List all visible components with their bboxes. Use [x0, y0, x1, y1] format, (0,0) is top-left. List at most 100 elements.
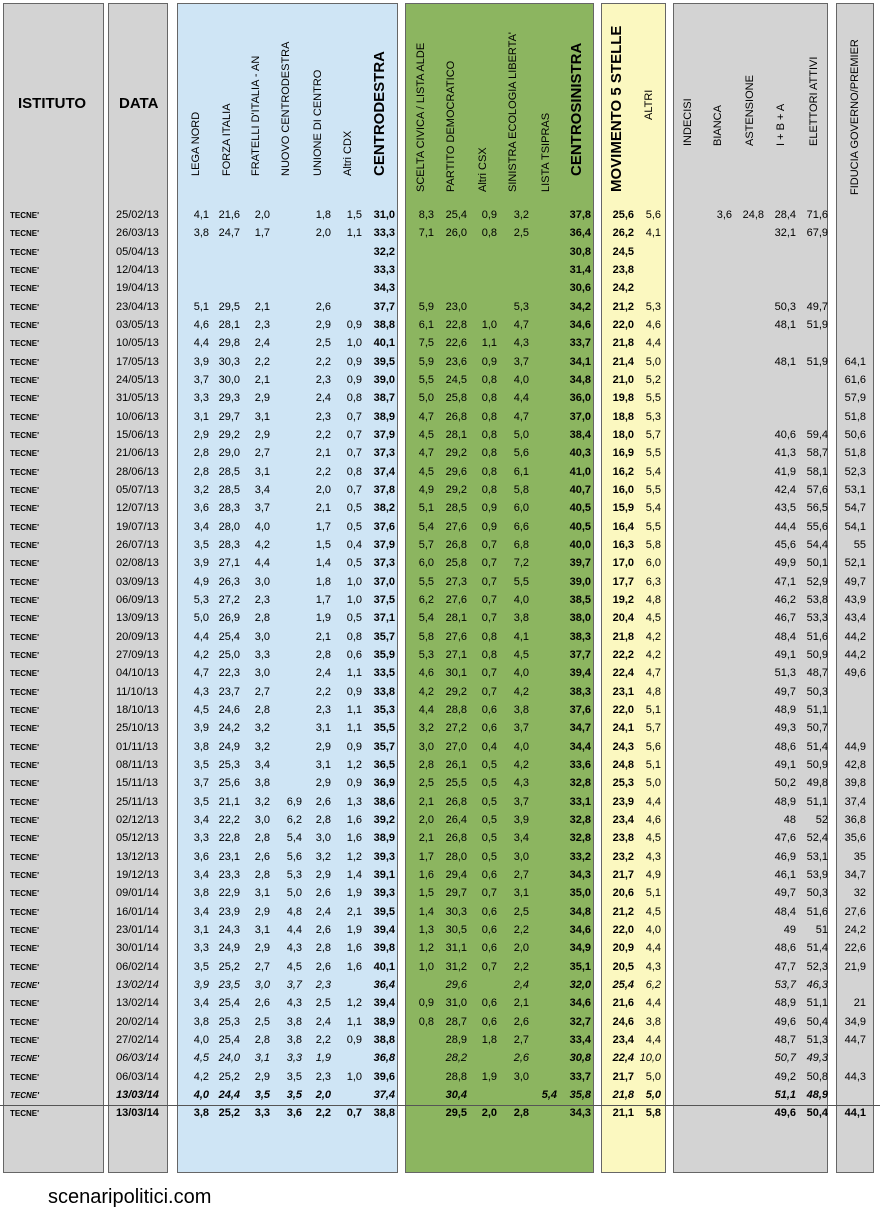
cell-sel: 3,8 [513, 612, 529, 625]
cell-fiducia: 54,7 [844, 502, 866, 515]
cell-sel: 2,4 [513, 978, 529, 991]
cell-fiducia: 39,8 [844, 777, 866, 790]
table-row: TECNE' 25/11/13 3,5 21,1 3,2 6,9 2,6 1,3 38,6 2,1… [0, 795, 880, 810]
cell-fiducia: 52,1 [844, 557, 866, 570]
cell-sel: 4,4 [513, 392, 529, 405]
cell-partito-democratico: 23,0 [445, 300, 467, 313]
cell-istituto: TECNE' [10, 815, 40, 825]
cell-sel: 2,8 [513, 1107, 529, 1120]
cell-fiducia: 24,2 [844, 923, 866, 936]
header-cdx-3: NUOVO CENTRODESTRA [280, 41, 292, 176]
cell-fratelli-italia: 3,0 [254, 667, 270, 680]
table-row: TECNE' 12/07/13 3,6 28,3 3,7 2,1 0,5 38,2 5,1 28,… [0, 501, 880, 516]
table-row: TECNE' 05/07/13 3,2 28,5 3,4 2,0 0,7 37,8 4,9 29,… [0, 483, 880, 498]
cell-sel: 3,7 [513, 722, 529, 735]
cell-istituto: TECNE' [10, 779, 40, 789]
cell-sel: 4,0 [513, 667, 529, 680]
cell-partito-democratico: 29,6 [445, 978, 467, 991]
cell-altri: 5,1 [645, 703, 661, 716]
cell-sel: 3,0 [513, 850, 529, 863]
cell-fiducia: 50,6 [844, 428, 866, 441]
header-csx-0: SCELTA CIVICA / LISTA ALDE [415, 42, 427, 192]
cell-fratelli-italia: 2,8 [254, 612, 270, 625]
cell-istituto: TECNE' [10, 357, 40, 367]
cell-fiducia: 21,9 [844, 960, 866, 973]
table-row: TECNE' 25/10/13 3,9 24,2 3,2 3,1 1,1 35,5 3,2 27,… [0, 721, 880, 736]
cell-altri: 6,0 [645, 557, 661, 570]
cell-fiducia: 35,6 [844, 832, 866, 845]
cell-istituto: TECNE' [10, 1090, 40, 1100]
cell-elettori-attivi: 50,3 [806, 685, 828, 698]
table-row: TECNE' 19/07/13 3,4 28,0 4,0 1,7 0,5 37,6 5,4 27,… [0, 520, 880, 535]
cell-fiducia: 37,4 [844, 795, 866, 808]
cell-fratelli-italia: 3,2 [254, 722, 270, 735]
cell-istituto: TECNE' [10, 742, 40, 752]
cell-istituto: TECNE' [10, 669, 40, 679]
header-m5s: MOVIMENTO 5 STELLE [608, 25, 625, 192]
cell-istituto: TECNE' [10, 412, 40, 422]
cell-istituto: TECNE' [10, 320, 40, 330]
cell-fiducia: 51,8 [844, 447, 866, 460]
cell-sel: 3,1 [513, 887, 529, 900]
cell-sel: 5,3 [513, 300, 529, 313]
cell-m5s: 24,5 [612, 245, 634, 258]
cell-altri: 5,6 [645, 740, 661, 753]
cell-data: 12/04/13 [116, 263, 159, 276]
cell-fiducia: 44,1 [844, 1107, 866, 1120]
cell-elettori-attivi: 49,3 [806, 1052, 828, 1065]
cell-altri: 4,5 [645, 832, 661, 845]
header-centrodestra: CENTRODESTRA [371, 50, 388, 176]
table-row: TECNE' 06/03/14 4,2 25,2 2,9 3,5 2,3 1,0 39,6 28,… [0, 1070, 880, 1085]
cell-fiducia: 21 [853, 997, 866, 1010]
cell-sel: 4,7 [513, 318, 529, 331]
cell-unione-centro: 2,3 [315, 978, 331, 991]
cell-elettori-attivi: 67,9 [806, 227, 828, 240]
cell-fratelli-italia: 2,3 [254, 593, 270, 606]
cell-fiducia: 55 [853, 538, 866, 551]
cell-istituto: TECNE' [10, 375, 40, 385]
cell-altri: 6,3 [645, 575, 661, 588]
header-centrosinistra: CENTROSINISTRA [568, 42, 585, 176]
cell-altri: 4,0 [645, 923, 661, 936]
cell-centrodestra: 37,4 [373, 1088, 395, 1101]
table-row: TECNE' 31/05/13 3,3 29,3 2,9 2,4 0,8 38,7 5,0 25,… [0, 391, 880, 406]
cell-istituto: TECNE' [10, 889, 40, 899]
table-row: TECNE' 19/04/13 34,3 30,6 24,2 [0, 281, 880, 296]
table-row: TECNE' 13/03/14 3,8 25,2 3,3 3,6 2,2 0,7 38,8 29,… [0, 1106, 880, 1121]
table-row: TECNE' 13/12/13 3,6 23,1 2,6 5,6 3,2 1,2 39,3 1,7… [0, 850, 880, 865]
header-csx-4: LISTA TSIPRAS [540, 112, 552, 192]
cell-sel: 6,6 [513, 520, 529, 533]
cell-fiducia: 35 [853, 850, 866, 863]
table-row: TECNE' 02/12/13 3,4 22,2 3,0 6,2 2,8 1,6 39,2 2,0… [0, 813, 880, 828]
cell-sel: 3,8 [513, 703, 529, 716]
cell-istituto: TECNE' [10, 1035, 40, 1045]
cell-altri: 4,4 [645, 795, 661, 808]
header-cdx-5: Altri CDX [342, 130, 354, 176]
cell-sel: 2,5 [513, 227, 529, 240]
cell-altri: 5,8 [645, 1107, 661, 1120]
cell-istituto: TECNE' [10, 595, 40, 605]
cell-fiducia: 27,6 [844, 905, 866, 918]
cell-altri: 4,1 [645, 227, 661, 240]
cell-fratelli-italia: 2,7 [254, 685, 270, 698]
cell-sel: 5,8 [513, 483, 529, 496]
cell-fiducia: 36,8 [844, 813, 866, 826]
table-row: TECNE' 13/03/14 4,0 24,4 3,5 3,5 2,0 37,4 30,4 5,… [0, 1088, 880, 1103]
cell-altri: 4,3 [645, 850, 661, 863]
cell-altri: 4,2 [645, 648, 661, 661]
cell-istituto: TECNE' [10, 980, 40, 990]
cell-altri: 4,5 [645, 612, 661, 625]
cell-fiducia: 42,8 [844, 758, 866, 771]
cell-istituto: TECNE' [10, 999, 40, 1009]
cell-fiducia: 44,3 [844, 1070, 866, 1083]
header-cdx-4: UNIONE DI CENTRO [312, 69, 324, 176]
cell-altri: 5,1 [645, 758, 661, 771]
cell-altri: 4,9 [645, 868, 661, 881]
cell-fiducia: 22,6 [844, 942, 866, 955]
cell-sel: 4,0 [513, 740, 529, 753]
table-row: TECNE' 06/03/14 4,5 24,0 3,1 3,3 1,9 36,8 28,2 2,… [0, 1051, 880, 1066]
cell-altri: 5,1 [645, 887, 661, 900]
cell-altri: 10,0 [639, 1052, 661, 1065]
cell-istituto: TECNE' [10, 302, 40, 312]
cell-sel: 3,7 [513, 355, 529, 368]
